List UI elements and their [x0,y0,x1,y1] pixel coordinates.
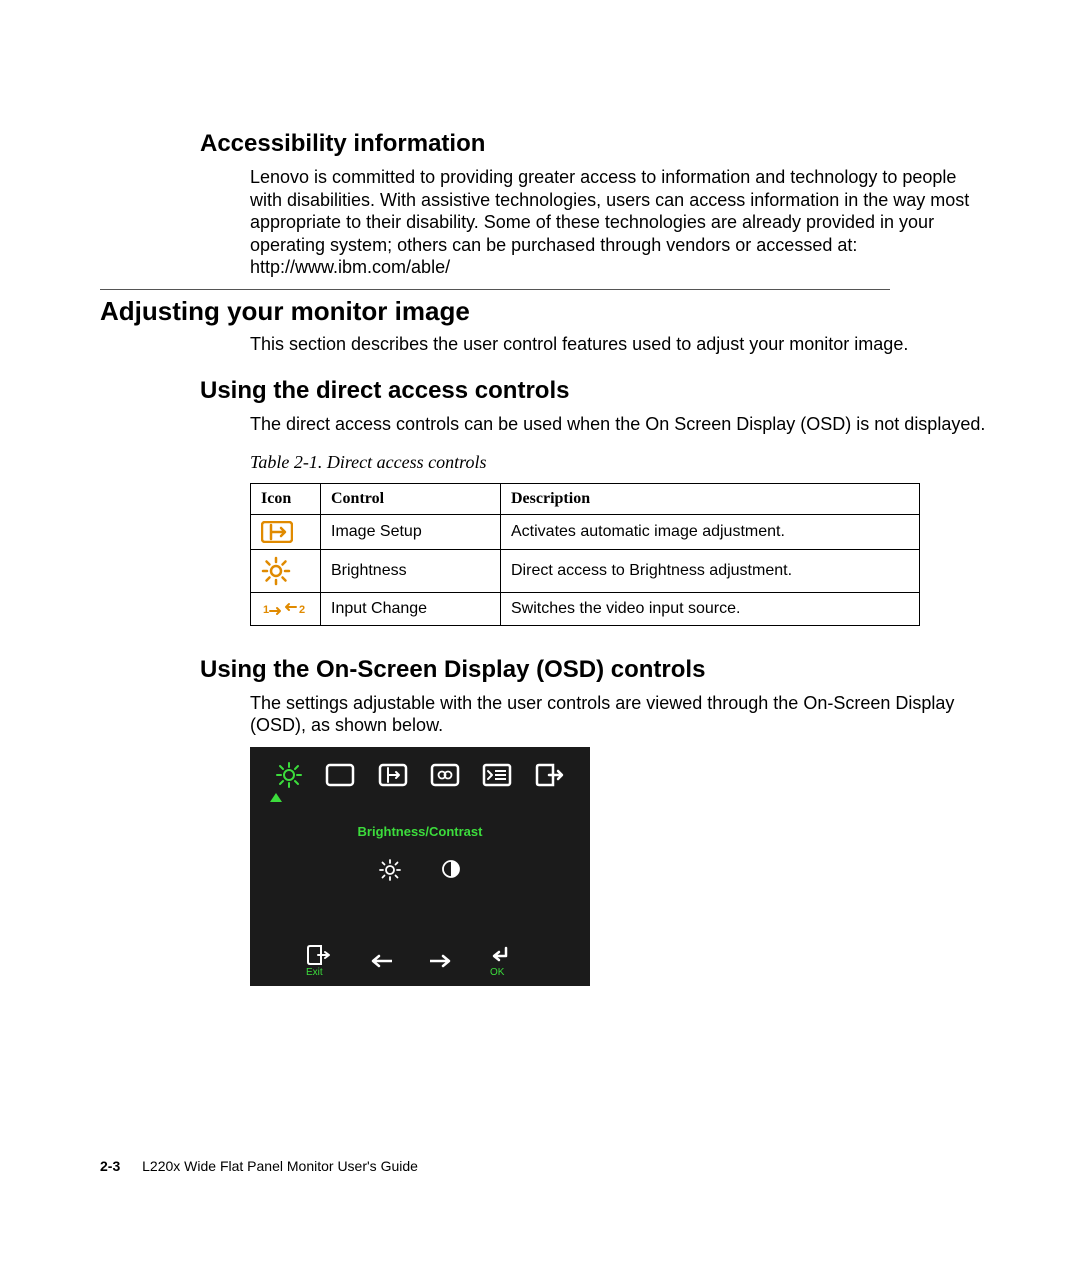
table-row: Image Setup Activates automatic image ad… [251,514,920,549]
svg-text:1: 1 [263,604,269,616]
page-footer: 2-3 L220x Wide Flat Panel Monitor User's… [100,1158,418,1174]
exit-label: Exit [306,967,332,978]
brightness-icon [251,549,321,592]
brightness-sub-icon [379,859,401,881]
para-adjusting: This section describes the user control … [250,333,990,356]
direct-access-table: Icon Control Description Image Setup Act… [250,483,920,626]
exit-icon [535,763,565,787]
footer-title: L220x Wide Flat Panel Monitor User's Gui… [142,1158,418,1174]
cell-control: Brightness [321,549,501,592]
heading-osd: Using the On-Screen Display (OSD) contro… [200,656,990,684]
cell-control: Input Change [321,592,501,625]
heading-adjusting: Adjusting your monitor image [100,296,990,327]
heading-accessibility: Accessibility information [200,130,990,158]
th-control: Control [321,483,501,514]
image-setup-icon [251,514,321,549]
para-osd: The settings adjustable with the user co… [250,692,990,737]
selection-indicator-icon [270,793,282,802]
th-icon: Icon [251,483,321,514]
cell-desc: Direct access to Brightness adjustment. [501,549,920,592]
right-arrow-icon [430,954,452,968]
ok-label: OK [490,967,510,978]
table-row: 1 2 Input Change Switches the video inpu… [251,592,920,625]
table-caption: Table 2-1. Direct access controls [250,452,990,473]
para-direct: The direct access controls can be used w… [250,413,990,436]
cell-control: Image Setup [321,514,501,549]
brightness-contrast-icon [275,761,303,789]
divider [100,289,890,290]
cell-desc: Switches the video input source. [501,592,920,625]
osd-panel: Brightness/Contrast Exit OK [250,747,590,986]
exit-nav-icon: Exit [306,945,332,978]
image-position-icon [325,763,355,787]
table-row: Brightness Direct access to Brightness a… [251,549,920,592]
page-number: 2-3 [100,1158,120,1174]
left-arrow-icon [370,954,392,968]
para-accessibility: Lenovo is committed to providing greater… [250,166,990,279]
heading-direct: Using the direct access controls [200,377,990,405]
osd-title: Brightness/Contrast [250,824,590,839]
th-description: Description [501,483,920,514]
options-icon [482,763,512,787]
input-change-icon: 1 2 [251,592,321,625]
image-setup-icon [378,763,408,787]
image-properties-icon [430,763,460,787]
contrast-sub-icon [441,859,461,879]
svg-text:2: 2 [299,604,305,616]
cell-desc: Activates automatic image adjustment. [501,514,920,549]
enter-icon: OK [490,945,510,978]
